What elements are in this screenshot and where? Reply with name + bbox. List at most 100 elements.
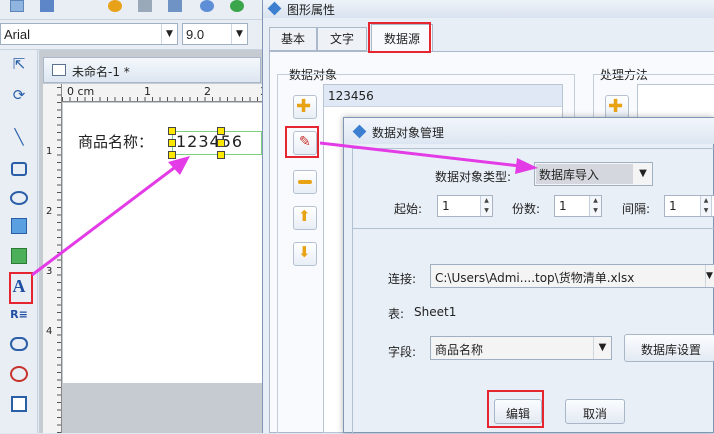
top-toolbar (0, 0, 262, 20)
qrcode-icon[interactable] (11, 396, 27, 412)
datasource-tab-highlight (368, 22, 431, 53)
type-select-value: 数据库导入 (539, 168, 600, 182)
line-icon[interactable]: ╲ (8, 128, 30, 150)
resize-handle[interactable] (168, 151, 176, 159)
resize-handle[interactable] (168, 127, 176, 135)
field-label: 字段: (388, 345, 417, 359)
chevron-down-icon[interactable]: ▼ (705, 265, 714, 287)
tool-icon[interactable] (10, 0, 24, 12)
start-value: 1 (442, 199, 450, 213)
value-text[interactable]: 123456 (176, 132, 243, 151)
chevron-down-icon[interactable]: ▼ (593, 337, 611, 359)
rotate-icon[interactable]: ⟳ (8, 86, 30, 108)
document-icon (52, 64, 66, 76)
tab-text-label: 文字 (329, 32, 354, 46)
interval-label: 间隔: (622, 202, 651, 216)
add-processing-button[interactable]: ✚ (605, 95, 629, 119)
document-area: 未命名-1 * 0 cm 1 2 3 1 2 3 4 (39, 50, 267, 433)
resize-handle[interactable] (168, 139, 176, 147)
connection-value: C:\Users\Admi....top\货物清单.xlsx (435, 271, 635, 285)
vruler-label: 3 (46, 266, 53, 277)
add-object-button[interactable]: ✚ (293, 95, 317, 119)
connection-select[interactable]: C:\Users\Admi....top\货物清单.xlsx ▼ (430, 264, 714, 288)
horizontal-ruler: 0 cm 1 2 3 (62, 84, 267, 102)
pointer-icon[interactable]: ⇱ (8, 55, 30, 77)
font-value: Arial (4, 27, 31, 42)
tool-palette: ⇱ ⟳ ╲ A R≡ (0, 50, 38, 433)
rectangle-icon[interactable] (11, 162, 27, 176)
dialog-title: 数据对象管理 (372, 126, 445, 140)
font-size-select[interactable]: 9.0 ▼ (182, 23, 248, 45)
move-down-button[interactable]: ⬇ (293, 242, 317, 266)
interval-value: 1 (669, 199, 677, 213)
chevron-down-icon[interactable]: ▼ (634, 163, 652, 185)
dialog-title-bar: 数据对象管理 (344, 118, 714, 144)
resize-handle[interactable] (217, 139, 225, 147)
spin-arrows-icon[interactable]: ▲ ▼ (480, 196, 492, 216)
plus-icon: ✚ (296, 96, 312, 117)
type-label: 数据对象类型: (435, 170, 512, 184)
database-settings-label: 数据库设置 (641, 343, 702, 357)
field-value: 商品名称 (435, 343, 484, 357)
interval-spinner[interactable]: 1 ▲ ▼ (664, 195, 714, 217)
list-item[interactable]: 123456 (324, 85, 562, 107)
data-object-dialog: 数据对象管理 数据对象类型: 数据库导入 ▼ 起始: 1 ▲ ▼ 份数: 1 ▲ ▼… (343, 117, 714, 434)
vruler-label: 2 (46, 206, 53, 217)
globe-icon[interactable] (230, 0, 244, 12)
rich-text-icon[interactable]: R≡ (8, 308, 30, 330)
minus-icon (298, 180, 312, 184)
image-icon[interactable] (11, 218, 27, 234)
vruler-label: 4 (46, 326, 53, 337)
list-item-value: 123456 (328, 89, 374, 103)
chevron-down-icon[interactable]: ▼ (161, 24, 177, 44)
spin-arrows-icon[interactable]: ▲ ▼ (589, 196, 601, 216)
copies-spinner[interactable]: 1 ▲ ▼ (554, 195, 602, 217)
font-bar: Arial ▼ 9.0 ▼ (0, 20, 262, 50)
move-up-button[interactable]: ⬆ (293, 206, 317, 230)
table-label: 表: (388, 307, 405, 321)
save-icon[interactable] (40, 0, 54, 12)
start-spinner[interactable]: 1 ▲ ▼ (437, 195, 493, 217)
properties-title: 图形属性 (287, 3, 336, 17)
chevron-down-icon[interactable]: ▼ (231, 24, 247, 44)
vertical-ruler: 1 2 3 4 (43, 84, 62, 433)
copies-value: 1 (559, 199, 567, 213)
picture-icon[interactable] (11, 248, 27, 264)
cancel-button[interactable]: 取消 (565, 399, 625, 424)
remove-object-button[interactable] (293, 170, 317, 194)
ruler-label: 0 cm (67, 85, 95, 98)
ruler-label: 2 (204, 85, 211, 98)
resize-handle[interactable] (217, 151, 225, 159)
font-select[interactable]: Arial ▼ (0, 23, 178, 45)
print-icon[interactable] (138, 0, 152, 12)
cancel-label: 取消 (583, 407, 608, 421)
ellipse-icon[interactable] (10, 191, 28, 205)
plus-icon: ✚ (608, 96, 624, 117)
document-tab-label: 未命名-1 * (72, 65, 130, 79)
tab-text[interactable]: 文字 (317, 27, 367, 51)
app-icon (352, 124, 367, 139)
vruler-label: 1 (46, 146, 53, 157)
tab-basic[interactable]: 基本 (269, 27, 317, 51)
edit-confirm-highlight (487, 390, 544, 428)
spin-arrows-icon[interactable]: ▲ ▼ (700, 196, 712, 216)
ruler-label: 1 (144, 85, 151, 98)
barcode-icon[interactable] (10, 337, 28, 351)
settings-icon[interactable] (108, 0, 122, 12)
edit-button-highlight (285, 126, 319, 158)
resize-handle[interactable] (217, 127, 225, 135)
document-tab[interactable]: 未命名-1 * (43, 57, 261, 83)
field-select[interactable]: 商品名称 ▼ (430, 336, 612, 360)
data-icon[interactable] (200, 0, 214, 12)
type-select[interactable]: 数据库导入 ▼ (534, 162, 653, 186)
database-settings-button[interactable]: 数据库设置 (624, 334, 714, 362)
tab-basic-label: 基本 (280, 32, 305, 46)
arrow-down-icon: ⬇ (298, 243, 311, 261)
shape-icon[interactable] (10, 366, 28, 382)
label-text[interactable]: 商品名称： (78, 131, 153, 152)
table-value: Sheet1 (414, 305, 457, 319)
connection-label: 连接: (388, 272, 417, 286)
preview-icon[interactable] (168, 0, 182, 12)
start-label: 起始: (394, 202, 423, 216)
arrow-up-icon: ⬆ (298, 207, 311, 225)
